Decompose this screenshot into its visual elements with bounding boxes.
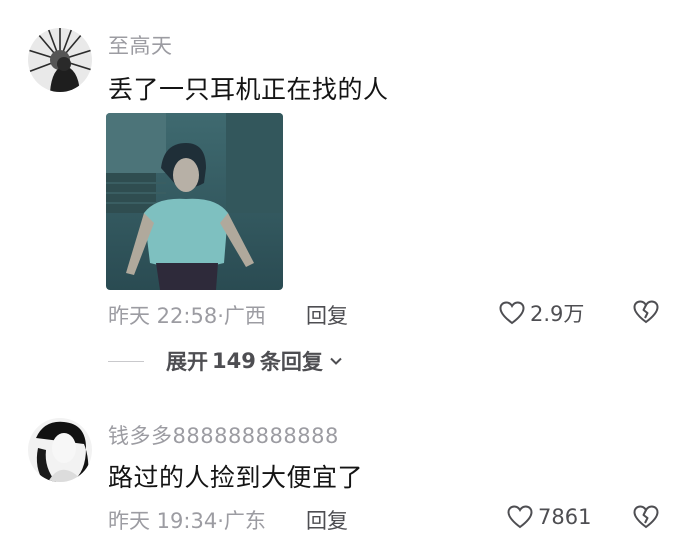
heart-outline-icon bbox=[499, 301, 525, 325]
comment-meta: 昨天 19:34·广东 bbox=[108, 505, 266, 535]
comment-location: 广东 bbox=[223, 509, 266, 533]
expand-suffix: 条回复 bbox=[259, 350, 323, 374]
reply-button[interactable]: 回复 bbox=[306, 505, 348, 535]
meta-separator: · bbox=[217, 509, 224, 533]
dislike-button[interactable] bbox=[632, 298, 660, 326]
meta-separator: · bbox=[217, 304, 224, 328]
avatar[interactable] bbox=[28, 418, 92, 482]
username[interactable]: 至高天 bbox=[108, 30, 173, 60]
avatar[interactable] bbox=[28, 28, 92, 92]
broken-heart-icon bbox=[633, 300, 659, 324]
expand-replies-button[interactable]: 展开 149 条回复 bbox=[108, 346, 343, 376]
avatar-image bbox=[28, 28, 92, 92]
like-button[interactable]: 7861 bbox=[506, 503, 591, 531]
comment-text: 路过的人捡到大便宜了 bbox=[108, 463, 364, 492]
broken-heart-icon bbox=[633, 505, 659, 529]
like-count: 2.9万 bbox=[530, 302, 585, 326]
username[interactable]: 钱多多888888888888 bbox=[108, 420, 339, 450]
like-count: 7861 bbox=[538, 505, 592, 529]
comment-location: 广西 bbox=[223, 304, 266, 328]
chevron-down-icon bbox=[330, 357, 342, 365]
game-character-image bbox=[106, 113, 283, 290]
divider-line bbox=[108, 360, 144, 362]
comment-meta: 昨天 22:58·广西 bbox=[108, 300, 266, 330]
heart-outline-icon bbox=[507, 505, 533, 529]
comment-time: 昨天 22:58 bbox=[108, 304, 218, 328]
comment-time: 昨天 19:34 bbox=[108, 509, 218, 533]
dislike-button[interactable] bbox=[632, 503, 660, 531]
avatar-image bbox=[28, 418, 92, 482]
reply-button[interactable]: 回复 bbox=[306, 300, 348, 330]
comment-text: 丢了一只耳机正在找的人 bbox=[108, 75, 389, 104]
expand-prefix: 展开 bbox=[166, 350, 208, 374]
comment-image[interactable] bbox=[106, 113, 283, 290]
like-button[interactable]: 2.9万 bbox=[498, 298, 584, 328]
reply-count: 149 bbox=[212, 349, 256, 373]
